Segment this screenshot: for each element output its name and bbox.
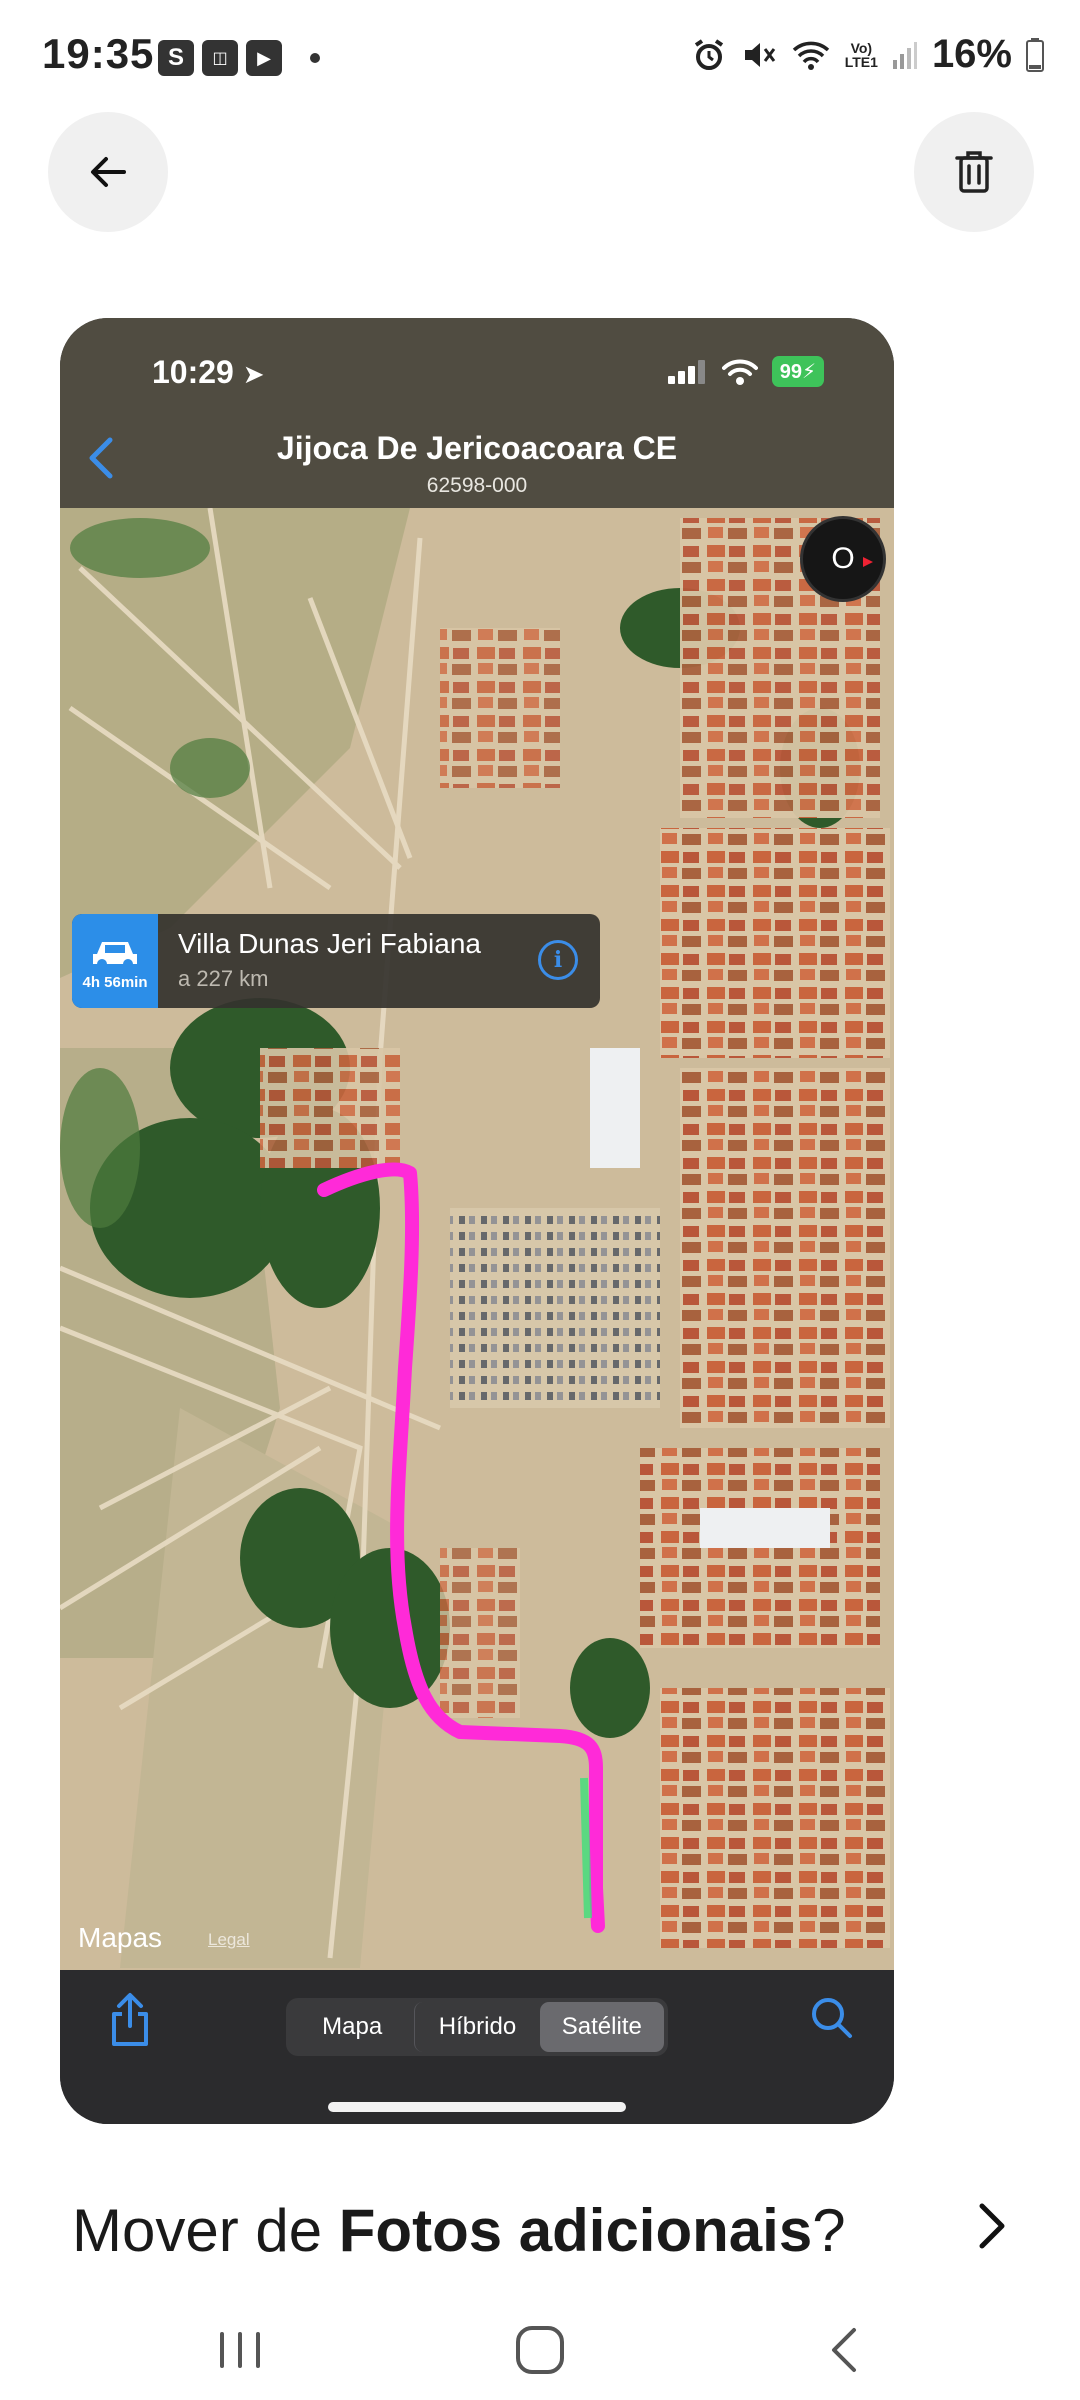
system-icons: Vo) LTE1 16% bbox=[691, 32, 1044, 77]
prompt-folder: Fotos adicionais bbox=[338, 2197, 813, 2264]
chevron-right-icon[interactable] bbox=[962, 2196, 1022, 2256]
move-album-prompt[interactable]: Mover de Fotos adicionais? bbox=[72, 2196, 846, 2265]
photo-preview[interactable]: 10:29 ➤ 99⚡ Jijoca De Jericoacoara CE 62… bbox=[60, 318, 894, 2124]
signal-icon bbox=[892, 41, 917, 69]
map-toolbar: Mapa Híbrido Satélite bbox=[60, 1970, 894, 2124]
map-imagery bbox=[60, 508, 894, 1970]
s-app-icon: S bbox=[158, 40, 194, 76]
info-icon[interactable]: i bbox=[538, 940, 578, 980]
ios-signal-icon bbox=[667, 359, 705, 384]
driving-directions-button[interactable]: 4h 56min bbox=[72, 914, 158, 1008]
ios-wifi-icon bbox=[721, 359, 758, 385]
segment-satelite[interactable]: Satélite bbox=[539, 2002, 664, 2052]
maps-logo: Mapas bbox=[78, 1922, 163, 1953]
destination-name: Villa Dunas Jeri Fabiana bbox=[178, 928, 481, 959]
postal-code: 62598-000 bbox=[426, 474, 528, 497]
wifi-icon bbox=[792, 41, 829, 70]
voicemail-icon: ◫ bbox=[202, 40, 238, 76]
home-icon[interactable] bbox=[510, 2320, 570, 2380]
location-arrow-icon: ➤ bbox=[242, 359, 265, 389]
share-icon[interactable] bbox=[108, 1992, 152, 2048]
satellite-map[interactable]: O 4h 56min Villa Dunas Jeri Fabiana a 22… bbox=[60, 508, 894, 1970]
travel-duration: 4h 56min bbox=[82, 974, 148, 991]
arrow-left-icon bbox=[91, 157, 126, 187]
status-time: 19:35 bbox=[42, 30, 155, 77]
battery-percent: 16% bbox=[931, 32, 1012, 76]
trash-icon bbox=[955, 151, 993, 193]
navigation-bar bbox=[0, 2300, 1080, 2400]
ios-map-header: 10:29 ➤ 99⚡ Jijoca De Jericoacoara CE 62… bbox=[60, 318, 894, 508]
compass-icon[interactable]: O bbox=[800, 516, 886, 602]
mute-icon bbox=[744, 42, 775, 67]
battery-icon bbox=[1026, 37, 1044, 72]
volte-indicator: Vo) LTE1 bbox=[844, 39, 878, 70]
ios-status-icons: 99⚡ bbox=[667, 356, 824, 387]
notification-icons: S ◫ ▶ bbox=[158, 40, 320, 76]
youtube-icon: ▶ bbox=[246, 40, 282, 76]
alarm-icon bbox=[694, 38, 723, 70]
more-notifications-icon bbox=[310, 53, 320, 63]
ios-status-time: 10:29 ➤ bbox=[152, 354, 265, 390]
search-icon[interactable] bbox=[808, 1994, 856, 2042]
segment-mapa[interactable]: Mapa bbox=[290, 2002, 414, 2052]
delete-button[interactable] bbox=[914, 112, 1034, 232]
destination-callout[interactable]: 4h 56min Villa Dunas Jeri Fabiana a 227 … bbox=[72, 914, 600, 1008]
car-icon bbox=[93, 942, 137, 969]
location-title: Jijoca De Jericoacoara CE bbox=[276, 430, 678, 466]
map-type-segmented-control: Mapa Híbrido Satélite bbox=[286, 1998, 668, 2056]
prompt-prefix: Mover de bbox=[72, 2197, 339, 2264]
back-icon[interactable] bbox=[816, 2320, 876, 2380]
status-bar: 19:35 S ◫ ▶ Vo) LTE1 16% bbox=[0, 0, 1080, 120]
segment-hibrido[interactable]: Híbrido bbox=[414, 2002, 539, 2052]
ios-battery: 99⚡ bbox=[771, 356, 824, 387]
legal-link[interactable]: Legal bbox=[208, 1930, 250, 1950]
prompt-suffix: ? bbox=[812, 2197, 846, 2264]
back-button[interactable] bbox=[48, 112, 168, 232]
recents-icon[interactable] bbox=[210, 2320, 270, 2380]
destination-distance: a 227 km bbox=[178, 966, 269, 991]
ios-home-indicator bbox=[328, 2102, 626, 2112]
